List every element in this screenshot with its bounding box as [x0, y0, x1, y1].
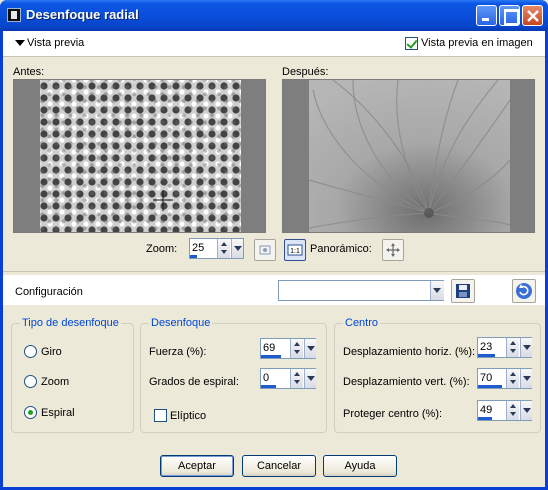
preview-in-image-label[interactable]: Vista previa en imagen: [421, 37, 533, 49]
pan-arrows-icon: [386, 243, 400, 257]
maximize-button[interactable]: [499, 5, 520, 26]
zoom-arrows[interactable]: [217, 239, 230, 258]
fit-view-button[interactable]: [254, 239, 276, 261]
radio-twirl-label[interactable]: Giro: [41, 346, 62, 358]
before-label: Antes:: [13, 66, 45, 78]
strength-spinner[interactable]: 69: [260, 338, 316, 359]
h-offset-label: Desplazamiento horiz. (%):: [343, 346, 476, 358]
save-preset-button[interactable]: [451, 279, 475, 303]
spiral-degrees-value: 0: [263, 372, 270, 384]
window-title: Desenfoque radial: [26, 7, 139, 22]
spiral-degrees-fill-bar: [261, 385, 276, 388]
spiral-degrees-dropdown[interactable]: [304, 369, 316, 388]
preview-header: Vista previa Vista previa en imagen: [3, 31, 545, 57]
radio-twirl[interactable]: [24, 345, 37, 358]
protect-center-fill-bar: [478, 417, 492, 420]
accept-button[interactable]: Aceptar: [160, 455, 234, 477]
spiral-degrees-spinner[interactable]: 0: [260, 368, 316, 389]
blur-group: Desenfoque Fuerza (%): 69 Grados de espi…: [140, 317, 327, 433]
pan-button[interactable]: [382, 239, 404, 261]
protect-center-label: Proteger centro (%):: [343, 408, 443, 420]
fit-view-icon: [259, 245, 271, 255]
cancel-button[interactable]: Cancelar: [242, 455, 316, 477]
radio-zoom-label[interactable]: Zoom: [41, 376, 69, 388]
v-offset-label: Desplazamiento vert. (%):: [343, 376, 470, 388]
config-bar: Configuración: [3, 275, 545, 305]
before-preview[interactable]: [13, 79, 266, 233]
title-bar[interactable]: Desenfoque radial: [0, 0, 548, 31]
radio-spiral-label[interactable]: Espiral: [41, 407, 75, 419]
actual-size-icon: 1:1: [287, 244, 303, 256]
v-offset-fill-bar: [478, 385, 502, 388]
protect-center-arrows[interactable]: [506, 401, 519, 420]
radio-zoom[interactable]: [24, 375, 37, 388]
minimize-button[interactable]: [476, 5, 497, 26]
strength-label: Fuerza (%):: [149, 346, 207, 358]
after-preview-image: [283, 80, 534, 232]
close-button[interactable]: [522, 5, 543, 26]
strength-value: 69: [263, 342, 276, 354]
h-offset-dropdown[interactable]: [520, 338, 532, 357]
collapse-triangle-icon[interactable]: [15, 40, 25, 46]
svg-text:1:1: 1:1: [290, 248, 300, 255]
preview-toggle-label[interactable]: Vista previa: [27, 37, 84, 49]
after-label: Después:: [282, 66, 329, 78]
save-disk-icon: [456, 284, 470, 298]
elliptic-checkbox[interactable]: [154, 409, 167, 422]
before-preview-image: [14, 80, 265, 232]
blur-type-title: Tipo de desenfoque: [20, 317, 121, 329]
strength-fill-bar: [261, 355, 281, 358]
preview-panel: Vista previa Vista previa en imagen Ante…: [3, 31, 545, 271]
v-offset-spinner[interactable]: 70: [477, 368, 532, 389]
config-label: Configuración: [15, 286, 83, 298]
v-offset-dropdown[interactable]: [520, 369, 532, 388]
center-group: Centro Desplazamiento horiz. (%): 23 Des…: [334, 317, 541, 433]
protect-center-spinner[interactable]: 49: [477, 400, 532, 421]
reset-icon: [516, 283, 532, 299]
reset-button[interactable]: [512, 279, 536, 303]
protect-center-dropdown[interactable]: [520, 401, 532, 420]
close-icon: [527, 10, 539, 22]
radio-spiral[interactable]: [24, 406, 37, 419]
dialog-client: Vista previa Vista previa en imagen Ante…: [3, 31, 545, 487]
spiral-degrees-label: Grados de espiral:: [149, 376, 239, 388]
preset-combo[interactable]: [278, 280, 444, 301]
h-offset-spinner[interactable]: 23: [477, 337, 532, 358]
v-offset-arrows[interactable]: [506, 369, 519, 388]
separator: [3, 271, 545, 272]
zoom-dropdown[interactable]: [231, 239, 243, 258]
zoom-label: Zoom:: [146, 243, 178, 255]
h-offset-value: 23: [480, 341, 493, 353]
elliptic-label[interactable]: Elíptico: [170, 410, 206, 422]
strength-dropdown[interactable]: [304, 339, 316, 358]
protect-center-value: 49: [480, 404, 493, 416]
h-offset-arrows[interactable]: [506, 338, 519, 357]
dialog-window: Desenfoque radial Vista previa Vista pre…: [0, 0, 548, 490]
h-offset-fill-bar: [478, 354, 495, 357]
v-offset-value: 70: [480, 372, 493, 384]
zoom-spinner[interactable]: 25: [189, 238, 244, 259]
blur-group-title: Desenfoque: [149, 317, 213, 329]
blur-type-group: Tipo de desenfoque Giro Zoom Espiral: [11, 317, 134, 433]
center-group-title: Centro: [343, 317, 381, 329]
preset-dropdown-arrow[interactable]: [430, 281, 444, 300]
help-button[interactable]: Ayuda: [323, 455, 397, 477]
actual-size-button[interactable]: 1:1: [284, 239, 306, 261]
zoom-fill-bar: [190, 255, 197, 258]
zoom-value: 25: [192, 242, 205, 254]
preview-in-image-checkbox[interactable]: [405, 37, 418, 50]
after-preview: [282, 79, 535, 233]
spiral-degrees-arrows[interactable]: [290, 369, 303, 388]
panoramic-label: Panorámico:: [310, 243, 372, 255]
strength-arrows[interactable]: [290, 339, 303, 358]
app-icon: [7, 8, 21, 22]
